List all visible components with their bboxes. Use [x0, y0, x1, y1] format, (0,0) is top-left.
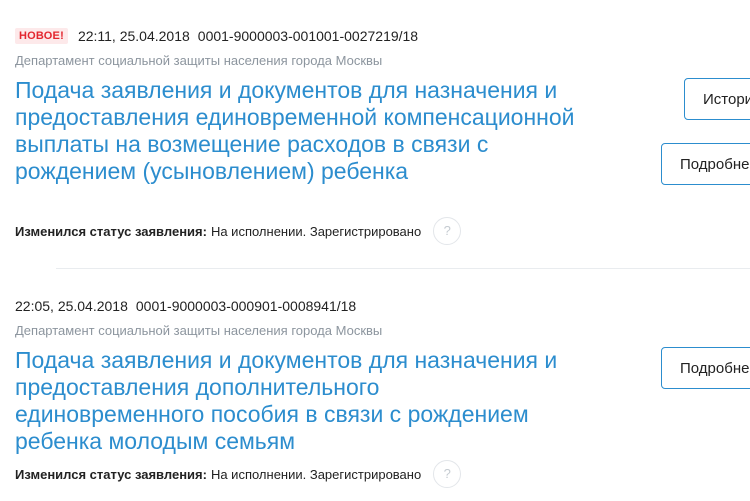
application-department: Департамент социальной защиты населения … [15, 323, 383, 338]
help-icon[interactable]: ? [433, 217, 462, 245]
divider [56, 268, 750, 269]
application-status: Изменился статус заявления: На исполнени… [15, 217, 462, 245]
status-value: На исполнении. Зарегистрировано [210, 466, 422, 482]
application-datetime: 22:11, 25.04.2018 [77, 28, 190, 44]
status-value: На исполнении. Зарегистрировано [210, 223, 422, 239]
applications-list: НОВОЕ! 22:11, 25.04.2018 0001-9000003-00… [0, 0, 750, 501]
application-department: Департамент социальной защиты населения … [15, 53, 383, 68]
status-label: Изменился статус заявления: [15, 223, 207, 239]
status-label: Изменился статус заявления: [15, 466, 207, 482]
new-badge: НОВОЕ! [15, 28, 68, 44]
application-meta: 22:05, 25.04.2018 0001-9000003-000901-00… [15, 298, 356, 314]
application-status: Изменился статус заявления: На исполнени… [15, 460, 462, 488]
history-button[interactable]: История [684, 78, 750, 120]
application-datetime: 22:05, 25.04.2018 [15, 298, 128, 314]
application-title-link[interactable]: Подача заявления и документов для назнач… [15, 347, 575, 455]
help-icon[interactable]: ? [433, 460, 462, 488]
details-button[interactable]: Подробнее [661, 347, 750, 389]
application-number: 0001-9000003-000901-0008941/18 [135, 298, 357, 314]
application-number: 0001-9000003-001001-0027219/18 [197, 28, 419, 44]
application-title-link[interactable]: Подача заявления и документов для назнач… [15, 77, 575, 185]
details-button[interactable]: Подробнее [661, 143, 750, 185]
application-meta: НОВОЕ! 22:11, 25.04.2018 0001-9000003-00… [15, 28, 418, 44]
